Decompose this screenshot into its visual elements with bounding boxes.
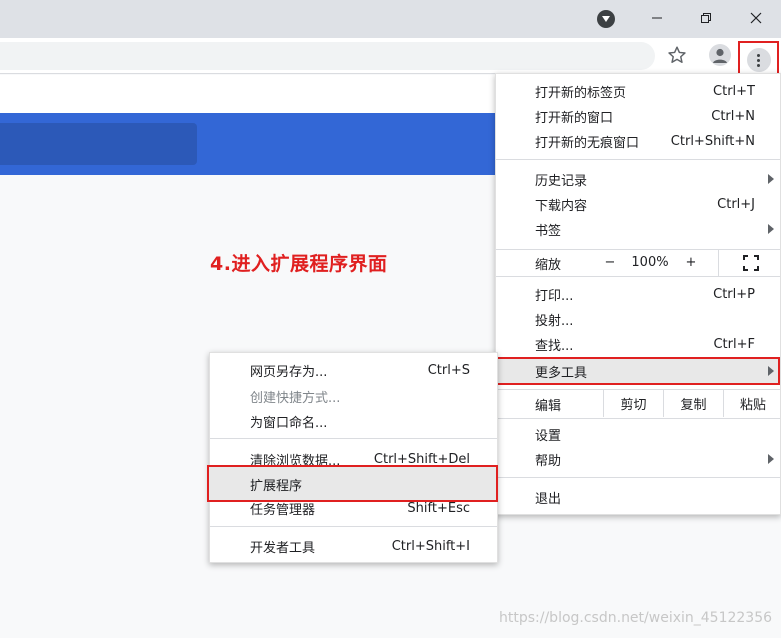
profile-avatar-icon[interactable] xyxy=(709,44,731,66)
menu-item-history[interactable]: 历史记录 xyxy=(496,167,780,191)
cut-button[interactable]: 剪切 xyxy=(603,390,663,417)
menu-row-edit: 编辑 剪切 复制 粘贴 xyxy=(496,390,780,417)
paste-button[interactable]: 粘贴 xyxy=(723,390,781,417)
chevron-right-icon xyxy=(768,224,774,234)
menu-item-find[interactable]: 查找... Ctrl+F xyxy=(496,332,780,356)
watermark: https://blog.csdn.net/weixin_45122356 xyxy=(499,610,773,626)
menu-separator xyxy=(496,276,780,277)
menu-item-bookmarks[interactable]: 书签 xyxy=(496,217,780,241)
browser-toolbar xyxy=(0,38,781,74)
zoom-in-button[interactable]: + xyxy=(678,249,704,276)
menu-separator xyxy=(210,526,497,527)
minimize-icon xyxy=(652,17,662,19)
zoom-out-button[interactable]: − xyxy=(596,249,624,276)
chevron-down-circle-icon[interactable] xyxy=(597,10,615,28)
banner-search-box[interactable] xyxy=(0,123,197,165)
submenu-item-create-shortcut: 创建快捷方式... xyxy=(250,390,341,406)
bookmark-star-icon[interactable] xyxy=(666,44,688,66)
menu-item-help[interactable]: 帮助 xyxy=(496,447,780,471)
close-icon xyxy=(750,12,762,24)
menu-item-print[interactable]: 打印... Ctrl+P xyxy=(496,282,780,306)
submenu-item-save-page[interactable]: 网页另存为... Ctrl+S xyxy=(210,358,497,382)
menu-separator xyxy=(496,418,780,419)
more-tools-submenu: 网页另存为... Ctrl+S 创建快捷方式... 为窗口命名... 清除浏览数… xyxy=(207,352,498,563)
menu-separator xyxy=(496,477,780,478)
fullscreen-button[interactable] xyxy=(718,249,781,276)
restore-icon xyxy=(701,13,711,23)
chrome-main-menu: 打开新的标签页 Ctrl+T 打开新的窗口 Ctrl+N 打开新的无痕窗口 Ct… xyxy=(495,73,781,515)
menu-item-incognito[interactable]: 打开新的无痕窗口 Ctrl+Shift+N xyxy=(496,129,780,153)
menu-row-zoom: 缩放 − 100% + xyxy=(496,249,780,276)
fullscreen-icon xyxy=(742,254,759,271)
menu-item-settings[interactable]: 设置 xyxy=(496,422,780,446)
menu-item-new-tab[interactable]: 打开新的标签页 Ctrl+T xyxy=(496,79,780,103)
step-annotation: 4.进入扩展程序界面 xyxy=(210,253,388,275)
menu-item-new-window[interactable]: 打开新的窗口 Ctrl+N xyxy=(496,104,780,128)
menu-item-exit[interactable]: 退出 xyxy=(496,485,780,509)
submenu-item-task-manager[interactable]: 任务管理器 Shift+Esc xyxy=(210,496,497,520)
chevron-right-icon xyxy=(768,366,774,376)
menu-separator xyxy=(210,438,497,439)
close-button[interactable] xyxy=(733,0,779,36)
address-bar[interactable] xyxy=(0,42,655,70)
restore-button[interactable] xyxy=(683,0,729,36)
submenu-item-dev-tools[interactable]: 开发者工具 Ctrl+Shift+I xyxy=(210,534,497,558)
submenu-item-name-window[interactable]: 为窗口命名... xyxy=(210,409,497,433)
menu-separator xyxy=(496,159,780,160)
menu-item-cast[interactable]: 投射... xyxy=(496,307,780,331)
zoom-level: 100% xyxy=(631,255,669,270)
menu-item-more-tools[interactable]: 更多工具 xyxy=(496,357,780,385)
minimize-button[interactable] xyxy=(634,0,680,36)
kebab-menu-icon xyxy=(746,48,771,72)
chevron-right-icon xyxy=(768,174,774,184)
copy-button[interactable]: 复制 xyxy=(663,390,723,417)
window-titlebar xyxy=(0,0,781,38)
chevron-right-icon xyxy=(768,454,774,464)
menu-item-downloads[interactable]: 下载内容 Ctrl+J xyxy=(496,192,780,216)
